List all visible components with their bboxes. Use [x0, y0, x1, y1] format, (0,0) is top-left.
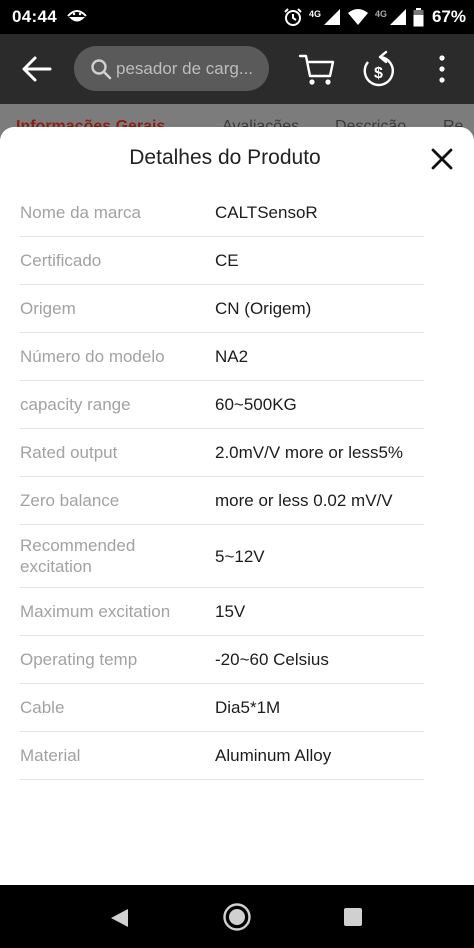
- status-bar: 04:44 4G 4G 67%: [0, 0, 474, 34]
- spec-list: Nome da marca CALTSensoR Certificado CE …: [20, 189, 424, 780]
- nav-recent-icon[interactable]: [343, 907, 363, 927]
- spec-value: Aluminum Alloy: [215, 746, 332, 765]
- battery-percent: 67%: [431, 7, 466, 26]
- spec-row-brand: Nome da marca CALTSensoR: [20, 189, 424, 237]
- spec-value: CE: [215, 251, 239, 270]
- coin-refresh-icon[interactable]: $: [360, 48, 400, 90]
- sheet-title: Detalhes do Produto: [129, 146, 321, 169]
- nav-home-icon[interactable]: [222, 902, 252, 932]
- spec-label: Cable: [20, 698, 65, 717]
- back-arrow-icon[interactable]: [20, 54, 54, 84]
- spec-value: 2.0mV/V more or less5%: [215, 443, 404, 462]
- nav-back-icon[interactable]: [108, 907, 130, 929]
- search-box[interactable]: [74, 46, 269, 91]
- system-nav-bar: [0, 885, 474, 948]
- spec-value: 5~12V: [215, 546, 265, 566]
- product-details-sheet: Detalhes do Produto Nome da marca CALTSe…: [0, 127, 474, 885]
- spec-row-cable: Cable Dia5*1M: [20, 684, 424, 732]
- spec-value: Dia5*1M: [215, 698, 281, 717]
- spec-row-origin: Origem CN (Origem): [20, 285, 424, 333]
- spec-value: 15V: [215, 602, 246, 621]
- spec-value: CN (Origem): [215, 299, 312, 318]
- spec-row-rated-output: Rated output 2.0mV/V more or less5%: [20, 429, 424, 477]
- wifi-icon: [347, 9, 368, 25]
- search-icon: [91, 58, 112, 79]
- spec-row-maximum-excitation: Maximum excitation 15V: [20, 588, 424, 636]
- spec-label: Número do modelo: [20, 347, 165, 366]
- app-notification-icon: [67, 10, 87, 22]
- spec-label: capacity range: [20, 395, 131, 414]
- cart-icon[interactable]: [298, 50, 336, 88]
- spec-label: Recommended excitation: [20, 536, 136, 576]
- spec-row-model: Número do modelo NA2: [20, 333, 424, 381]
- spec-label: Origem: [20, 299, 76, 318]
- spec-label: Operating temp: [20, 650, 138, 669]
- alarm-icon: [284, 8, 302, 26]
- app-bar: $: [0, 34, 474, 104]
- battery-icon: [413, 7, 424, 26]
- spec-row-recommended-excitation: Recommended excitation 5~12V: [20, 525, 424, 588]
- spec-value: more or less 0.02 mV/V: [215, 491, 393, 510]
- network-label-2: 4G: [374, 9, 387, 19]
- spec-label: Nome da marca: [20, 203, 141, 222]
- status-icons: 4G 4G 67%: [283, 6, 466, 28]
- spec-label: Certificado: [20, 251, 102, 270]
- spec-label: Rated output: [20, 443, 118, 462]
- spec-row-operating-temp: Operating temp -20~60 Celsius: [20, 636, 424, 684]
- search-input[interactable]: [116, 58, 266, 79]
- status-time: 04:44: [12, 7, 57, 26]
- spec-row-zero-balance: Zero balance more or less 0.02 mV/V: [20, 477, 424, 525]
- network-label: 4G: [308, 9, 321, 19]
- spec-value: NA2: [215, 347, 249, 366]
- signal-icon: [323, 9, 340, 25]
- spec-label: Material: [20, 746, 81, 765]
- spec-row-material: Material Aluminum Alloy: [20, 732, 424, 780]
- spec-label: Maximum excitation: [20, 602, 171, 621]
- more-vert-icon[interactable]: [432, 52, 452, 86]
- close-icon[interactable]: [430, 147, 454, 171]
- svg-text:$: $: [374, 65, 383, 82]
- spec-value: CALTSensoR: [215, 203, 318, 222]
- signal-icon-2: [389, 9, 406, 25]
- spec-row-capacity: capacity range 60~500KG: [20, 381, 424, 429]
- spec-label: Zero balance: [20, 491, 120, 510]
- spec-value: -20~60 Celsius: [215, 650, 329, 669]
- spec-value: 60~500KG: [215, 395, 297, 414]
- spec-row-certificate: Certificado CE: [20, 237, 424, 285]
